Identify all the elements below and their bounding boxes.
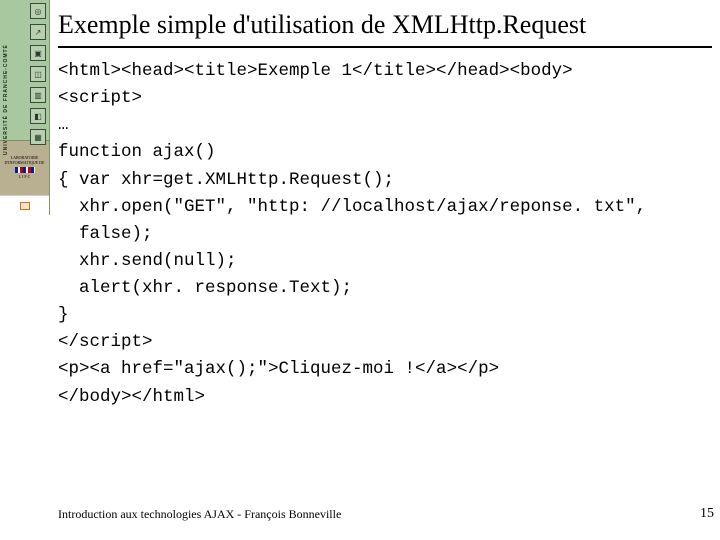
code-line: </body></html> (58, 387, 205, 407)
title-underline (58, 46, 712, 48)
sidebar-icon-stack: ◎ ↗ ▣ ◫ ▥ ◧ ▦ (30, 3, 46, 145)
code-line: alert(xhr. response.Text); (58, 278, 352, 298)
code-line: } (58, 305, 69, 325)
code-line: <html><head><title>Exemple 1</title></he… (58, 61, 573, 81)
code-block: <html><head><title>Exemple 1</title></he… (58, 58, 712, 411)
code-line: { var xhr=get.XMLHttp.Request(); (58, 170, 394, 190)
sidebar-icon: ▦ (30, 129, 46, 145)
sidebar-icon: ▣ (30, 45, 46, 61)
sidebar-footer (0, 195, 49, 215)
footer-text: Introduction aux technologies AJAX - Fra… (58, 507, 341, 522)
slide-content: Exemple simple d'utilisation de XMLHttp.… (58, 10, 712, 411)
code-line: xhr.open("GET", "http: //localhost/ajax/… (58, 197, 646, 217)
orange-mark-icon (20, 202, 30, 210)
sidebar: UNIVERSITÉ DE FRANCHE-COMTÉ ◎ ↗ ▣ ◫ ▥ ◧ … (0, 0, 50, 215)
code-line: false); (58, 224, 153, 244)
code-line: xhr.send(null); (58, 251, 237, 271)
code-line: <p><a href="ajax();">Cliquez-moi !</a></… (58, 359, 499, 379)
slide-title: Exemple simple d'utilisation de XMLHttp.… (58, 10, 712, 40)
sidebar-icon: ◫ (30, 66, 46, 82)
code-line: … (58, 115, 69, 135)
sidebar-icon: ◧ (30, 108, 46, 124)
page-number: 15 (700, 506, 714, 522)
sidebar-icon: ▥ (30, 87, 46, 103)
code-line: <script> (58, 88, 142, 108)
code-line: function ajax() (58, 142, 216, 162)
sidebar-top: UNIVERSITÉ DE FRANCHE-COMTÉ ◎ ↗ ▣ ◫ ▥ ◧ … (0, 0, 49, 140)
sidebar-icon: ◎ (30, 3, 46, 19)
flag-stripes-icon (15, 167, 35, 173)
code-line: </script> (58, 332, 153, 352)
university-label: UNIVERSITÉ DE FRANCHE-COMTÉ (3, 5, 9, 155)
lab-logo-abbrev: L I F C (2, 175, 47, 180)
sidebar-icon: ↗ (30, 24, 46, 40)
lab-logo-text: LABORATOIRE D'INFORMATIQUE DE (2, 156, 47, 166)
